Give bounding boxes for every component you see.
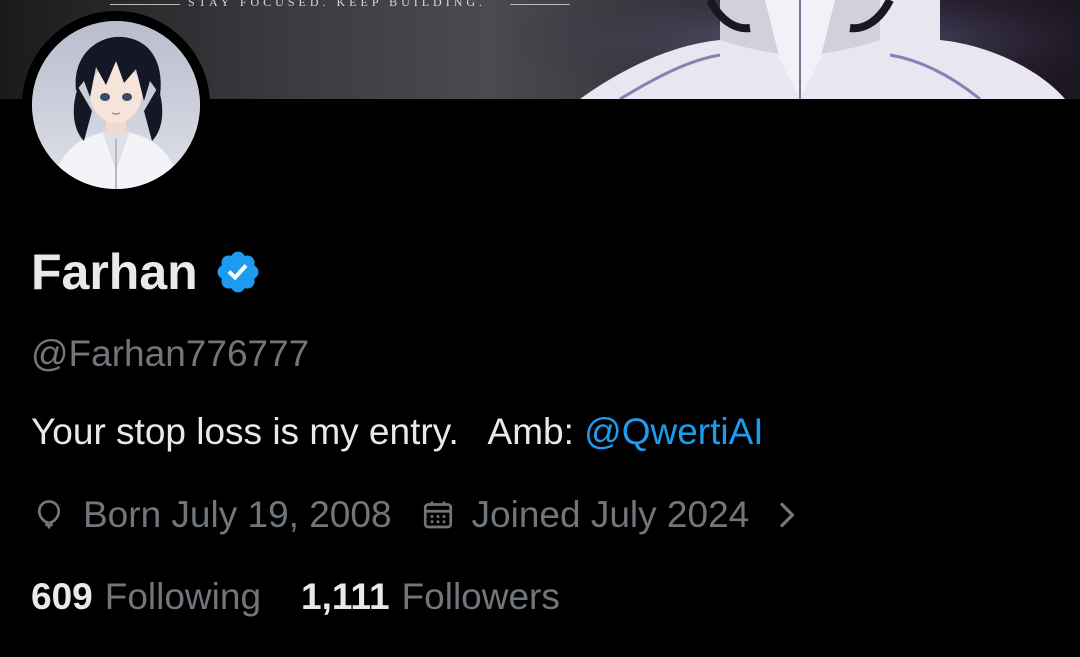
- verified-badge-icon[interactable]: [214, 248, 262, 296]
- chevron-right-icon[interactable]: [775, 497, 801, 533]
- joined-text: Joined July 2024: [471, 494, 750, 535]
- bio-mention-link[interactable]: @QwertiAI: [584, 411, 763, 452]
- birthdate-item: Born July 19, 2008: [31, 494, 392, 536]
- following-count: 609: [31, 576, 93, 617]
- balloon-icon: [37, 500, 61, 529]
- birthdate-text: Born July 19, 2008: [83, 494, 392, 535]
- followers-link[interactable]: 1,111 Followers: [301, 576, 560, 618]
- avatar[interactable]: [32, 21, 200, 189]
- calendar-icon: [423, 501, 452, 529]
- joined-item[interactable]: Joined July 2024: [420, 494, 750, 536]
- banner-divider: [110, 4, 180, 5]
- follow-stats: 609 Following 1,111 Followers: [31, 576, 600, 618]
- avatar-image: [32, 21, 200, 189]
- following-label: Following: [104, 576, 262, 617]
- name-row: Farhan: [31, 244, 262, 300]
- followers-count: 1,111: [301, 576, 390, 617]
- display-name: Farhan: [31, 244, 198, 300]
- banner-artwork: [520, 0, 1080, 99]
- followers-label: Followers: [401, 576, 560, 617]
- following-link[interactable]: 609 Following: [31, 576, 261, 618]
- banner-tagline: STAY FOCUSED. KEEP BUILDING.: [188, 0, 487, 9]
- profile-meta: Born July 19, 2008 Joined July 2024: [31, 494, 801, 536]
- user-handle: @Farhan776777: [31, 333, 310, 374]
- bio-text: Your stop loss is my entry. Amb:: [31, 411, 585, 452]
- bio: Your stop loss is my entry. Amb: @Qwerti…: [31, 411, 764, 453]
